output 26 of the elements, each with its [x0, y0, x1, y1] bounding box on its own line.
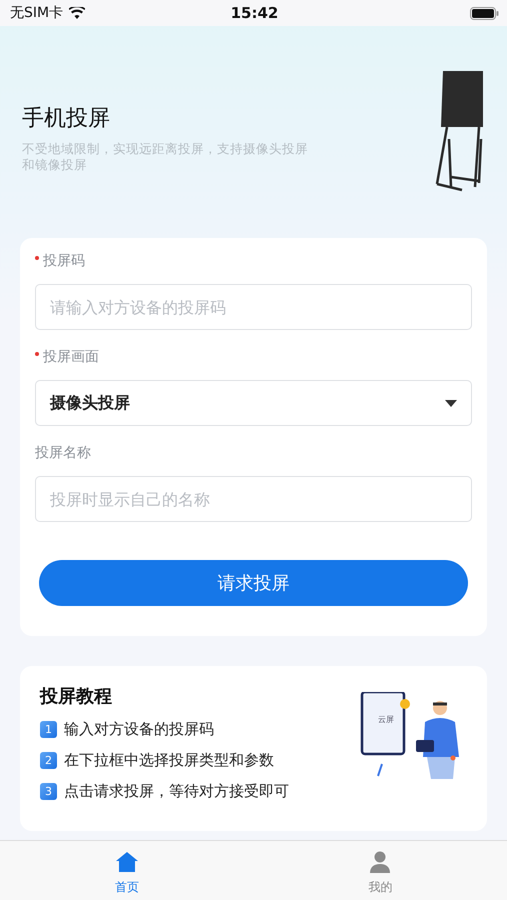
tutorial-title: 投屏教程: [40, 685, 113, 708]
tab-bar-item[interactable]: 我的: [254, 841, 507, 900]
battery-icon: [470, 6, 499, 20]
home-icon: [114, 851, 139, 873]
page-title: 手机投屏: [22, 105, 111, 133]
field-label: 投屏画面: [43, 348, 99, 366]
page-subtitle: 不受地域限制，实现远距离投屏，支持摄像头投屏和镜像投屏: [22, 141, 309, 173]
person-icon: [369, 851, 392, 873]
clock-time: 15:42: [230, 4, 278, 22]
step-number: 2: [40, 752, 57, 769]
dropdown-caret-icon: [445, 400, 457, 406]
tab-bar-item[interactable]: 首页: [0, 841, 254, 900]
carrier-text: 无SIM卡: [10, 4, 64, 22]
wifi-icon: [69, 7, 86, 19]
step-number: 1: [40, 721, 57, 738]
step-text: 在下拉框中选择投屏类型和参数: [64, 751, 274, 770]
step-number: 3: [40, 783, 57, 800]
field-label: 投屏码: [43, 252, 85, 270]
input-field[interactable]: 投屏时显示自己的名称: [35, 476, 472, 522]
picture-select[interactable]: 摄像头投屏: [35, 380, 472, 426]
request-button[interactable]: 请求投屏: [39, 560, 468, 606]
app-logo-label: 云屏: [378, 714, 394, 725]
input-field[interactable]: 请输入对方设备的投屏码: [35, 284, 472, 330]
field-label: 投屏名称: [35, 444, 91, 462]
step-text: 点击请求投屏，等待对方接受即可: [64, 782, 289, 801]
step-text: 输入对方设备的投屏码: [64, 720, 214, 739]
